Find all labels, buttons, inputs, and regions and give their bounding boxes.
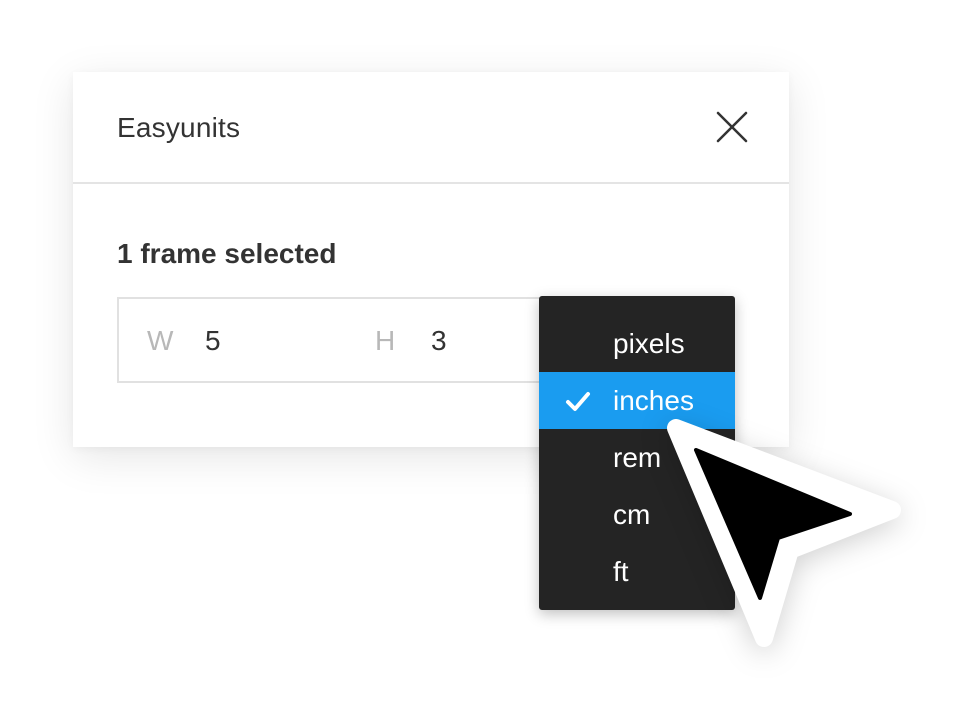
- close-icon: [716, 111, 748, 143]
- unit-option-pixels[interactable]: pixels: [539, 315, 735, 372]
- height-input[interactable]: [431, 325, 511, 357]
- unit-option-label: pixels: [613, 328, 685, 359]
- unit-option-label: cm: [613, 499, 651, 530]
- unit-option-label: rem: [613, 442, 662, 473]
- width-input[interactable]: [205, 325, 285, 357]
- close-button[interactable]: [713, 108, 751, 146]
- plugin-title: Easyunits: [117, 112, 241, 143]
- screenshot-stage: Easyunits 1 frame selected W H pixels in…: [0, 0, 957, 704]
- width-label: W: [147, 325, 174, 356]
- unit-option-label: ft: [613, 556, 629, 587]
- mouse-pointer-icon: [667, 419, 901, 647]
- selection-status: 1 frame selected: [117, 238, 337, 269]
- panel-header: Easyunits: [73, 72, 789, 184]
- height-label: H: [375, 325, 396, 356]
- dimensions-field: W H: [117, 297, 547, 383]
- check-icon: [566, 392, 590, 411]
